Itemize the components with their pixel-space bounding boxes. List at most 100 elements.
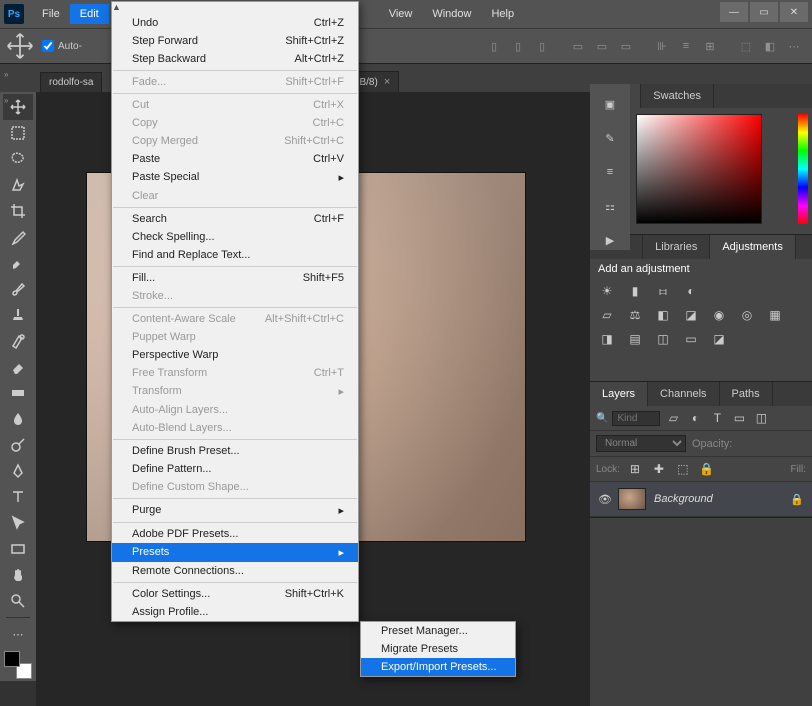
brush-settings-icon[interactable]: ✎ <box>600 128 620 148</box>
history-brush-tool[interactable] <box>3 328 33 354</box>
close-button[interactable]: ✕ <box>780 2 808 22</box>
color-field[interactable] <box>636 114 762 224</box>
hue-slider[interactable] <box>798 114 808 224</box>
levels-icon[interactable]: ▮ <box>626 283 644 299</box>
close-tab-icon[interactable]: × <box>384 76 390 88</box>
menu-item-presets[interactable]: Presets▸ <box>112 543 358 562</box>
eyedropper-tool[interactable] <box>3 224 33 250</box>
menu-item-find-and-replace-text[interactable]: Find and Replace Text... <box>112 246 358 264</box>
tab-libraries[interactable]: Libraries <box>643 235 710 259</box>
align-center-v-icon[interactable]: ▭ <box>590 36 614 56</box>
submenu-item-preset-manager[interactable]: Preset Manager... <box>361 622 515 640</box>
move-tool-preset[interactable] <box>6 34 34 58</box>
mask-mode-icon[interactable]: ◧ <box>758 36 782 56</box>
menu-item-adobe-pdf-presets[interactable]: Adobe PDF Presets... <box>112 525 358 543</box>
bw-icon[interactable]: ◪ <box>682 307 700 323</box>
posterize-icon[interactable]: ▤ <box>626 331 644 347</box>
brush-tool[interactable] <box>3 276 33 302</box>
submenu-item-export-import-presets[interactable]: Export/Import Presets... <box>361 658 515 676</box>
menu-view[interactable]: View <box>379 4 423 24</box>
clone-stamp-tool[interactable] <box>3 302 33 328</box>
menu-item-step-forward[interactable]: Step ForwardShift+Ctrl+Z <box>112 32 358 50</box>
document-tab[interactable]: rodolfo-sa <box>40 72 102 92</box>
glyphs-panel-icon[interactable]: ⚏ <box>600 196 620 216</box>
menu-item-paste-special[interactable]: Paste Special▸ <box>112 168 358 187</box>
menu-item-fade[interactable]: Fade...Shift+Ctrl+F <box>112 73 358 91</box>
marquee-tool[interactable] <box>3 120 33 146</box>
menu-item-auto-blend-layers[interactable]: Auto-Blend Layers... <box>112 419 358 437</box>
layer-row-background[interactable]: 👁 Background 🔒 <box>590 482 812 517</box>
distribute-v-icon[interactable]: ≡ <box>674 36 698 56</box>
menu-help[interactable]: Help <box>481 4 524 24</box>
vibrance-icon[interactable]: ▱ <box>598 307 616 323</box>
invert-icon[interactable]: ◨ <box>598 331 616 347</box>
menu-item-undo[interactable]: UndoCtrl+Z <box>112 14 358 32</box>
quick-select-tool[interactable] <box>3 172 33 198</box>
menu-item-copy[interactable]: CopyCtrl+C <box>112 114 358 132</box>
tools-dock-toggle[interactable]: » <box>4 96 8 105</box>
eraser-tool[interactable] <box>3 354 33 380</box>
dock-toggle-icon[interactable]: » <box>4 70 8 79</box>
tab-channels[interactable]: Channels <box>648 382 719 406</box>
distribute-spacing-icon[interactable]: ⊞ <box>698 36 722 56</box>
layer-visibility-icon[interactable]: 👁 <box>598 493 610 506</box>
blur-tool[interactable] <box>3 406 33 432</box>
brightness-icon[interactable]: ☀ <box>598 283 616 299</box>
distribute-h-icon[interactable]: ⊪ <box>650 36 674 56</box>
menu-item-define-brush-preset[interactable]: Define Brush Preset... <box>112 442 358 460</box>
channel-mixer-icon[interactable]: ◎ <box>738 307 756 323</box>
pen-tool[interactable] <box>3 458 33 484</box>
align-top-icon[interactable]: ▭ <box>566 36 590 56</box>
menu-window[interactable]: Window <box>422 4 481 24</box>
menu-item-puppet-warp[interactable]: Puppet Warp <box>112 328 358 346</box>
edit-toolbar[interactable]: ⋯ <box>3 621 33 647</box>
maximize-button[interactable]: ▭ <box>750 2 778 22</box>
path-select-tool[interactable] <box>3 510 33 536</box>
hue-sat-icon[interactable]: ⚖ <box>626 307 644 323</box>
crop-tool[interactable] <box>3 198 33 224</box>
menu-item-clear[interactable]: Clear <box>112 187 358 205</box>
foreground-color-swatch[interactable] <box>4 651 20 667</box>
menu-item-assign-profile[interactable]: Assign Profile... <box>112 603 358 621</box>
lock-artboard-icon[interactable]: ⬚ <box>674 461 692 477</box>
healing-brush-tool[interactable] <box>3 250 33 276</box>
menu-item-step-backward[interactable]: Step BackwardAlt+Ctrl+Z <box>112 50 358 68</box>
lasso-tool[interactable] <box>3 146 33 172</box>
menu-item-fill[interactable]: Fill...Shift+F5 <box>112 269 358 287</box>
color-balance-icon[interactable]: ◧ <box>654 307 672 323</box>
filter-smart-icon[interactable]: ◫ <box>752 410 770 426</box>
exposure-icon[interactable]: ◐ <box>682 283 700 299</box>
tab-layers[interactable]: Layers <box>590 382 648 406</box>
extra-icon[interactable]: ⋯ <box>782 36 806 56</box>
menu-edit[interactable]: Edit <box>70 4 109 24</box>
menu-item-content-aware-scale[interactable]: Content-Aware ScaleAlt+Shift+Ctrl+C <box>112 310 358 328</box>
menu-item-paste[interactable]: PasteCtrl+V <box>112 150 358 168</box>
menu-scroll-up-icon[interactable]: ▲ <box>112 2 358 14</box>
hand-tool[interactable] <box>3 562 33 588</box>
3d-mode-icon[interactable]: ⬚ <box>734 36 758 56</box>
tab-swatches[interactable]: Swatches <box>641 84 714 108</box>
menu-file[interactable]: File <box>32 4 70 24</box>
history-panel-icon[interactable]: ▣ <box>600 94 620 114</box>
gradient-tool[interactable] <box>3 380 33 406</box>
tab-adjustments[interactable]: Adjustments <box>710 235 796 259</box>
layer-thumbnail[interactable] <box>618 488 646 510</box>
align-bottom-icon[interactable]: ▭ <box>614 36 638 56</box>
menu-item-purge[interactable]: Purge▸ <box>112 501 358 520</box>
filter-adjust-icon[interactable]: ◐ <box>686 410 704 426</box>
dodge-tool[interactable] <box>3 432 33 458</box>
threshold-icon[interactable]: ◫ <box>654 331 672 347</box>
submenu-item-migrate-presets[interactable]: Migrate Presets <box>361 640 515 658</box>
curves-icon[interactable]: ⧦ <box>654 283 672 299</box>
type-tool[interactable] <box>3 484 33 510</box>
lock-position-icon[interactable]: ✚ <box>650 461 668 477</box>
menu-item-remote-connections[interactable]: Remote Connections... <box>112 562 358 580</box>
menu-item-copy-merged[interactable]: Copy MergedShift+Ctrl+C <box>112 132 358 150</box>
lock-pixels-icon[interactable]: ⊞ <box>626 461 644 477</box>
color-lookup-icon[interactable]: ▦ <box>766 307 784 323</box>
layer-filter-search-icon[interactable]: 🔍 <box>596 413 608 424</box>
selective-color-icon[interactable]: ◪ <box>710 331 728 347</box>
menu-item-define-custom-shape[interactable]: Define Custom Shape... <box>112 478 358 496</box>
menu-item-perspective-warp[interactable]: Perspective Warp <box>112 346 358 364</box>
layer-filter-kind[interactable] <box>612 411 660 426</box>
